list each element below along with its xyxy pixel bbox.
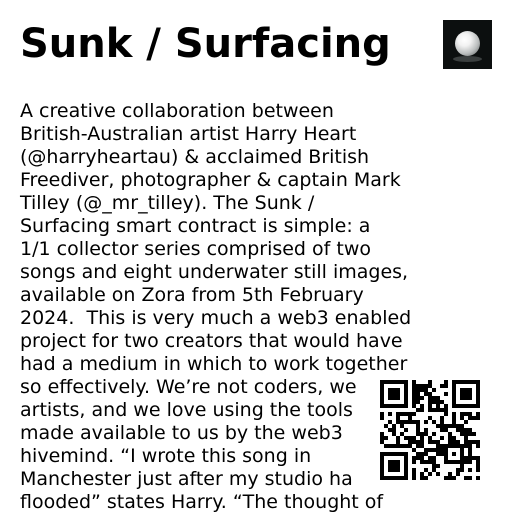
artwork-thumbnail[interactable]	[443, 20, 492, 69]
description-line: flooded” states Harry. “The thought of	[20, 491, 384, 512]
description-line: had a medium in which to work together	[20, 353, 408, 375]
description-line: 2024. This is very much a web3 enabled	[20, 307, 412, 329]
page: Sunk / Surfacing A creative collaboratio…	[0, 0, 512, 512]
description-line: (@harryheartau) & acclaimed British	[20, 146, 370, 168]
page-title: Sunk / Surfacing	[20, 21, 391, 67]
description-line: 1/1 collector series comprised of two	[20, 238, 371, 260]
description-line: A creative collaboration between	[20, 100, 334, 122]
description-line: songs and eight underwater still images,	[20, 261, 409, 283]
description-line: Tilley (@_mr_tilley). The Sunk /	[20, 192, 315, 214]
description-line: project for two creators that would have	[20, 330, 403, 352]
description-line: British-Australian artist Harry Heart	[20, 123, 357, 145]
orb-reflection	[453, 56, 482, 62]
qr-code-icon	[380, 380, 480, 480]
qr-code[interactable]	[372, 374, 489, 484]
description-line: available on Zora from 5th February	[20, 284, 364, 306]
description-line: Surfacing smart contract is simple: a	[20, 215, 371, 237]
description-line: Freediver, photographer & captain Mark	[20, 169, 401, 191]
pearl-orb-icon	[455, 31, 480, 56]
